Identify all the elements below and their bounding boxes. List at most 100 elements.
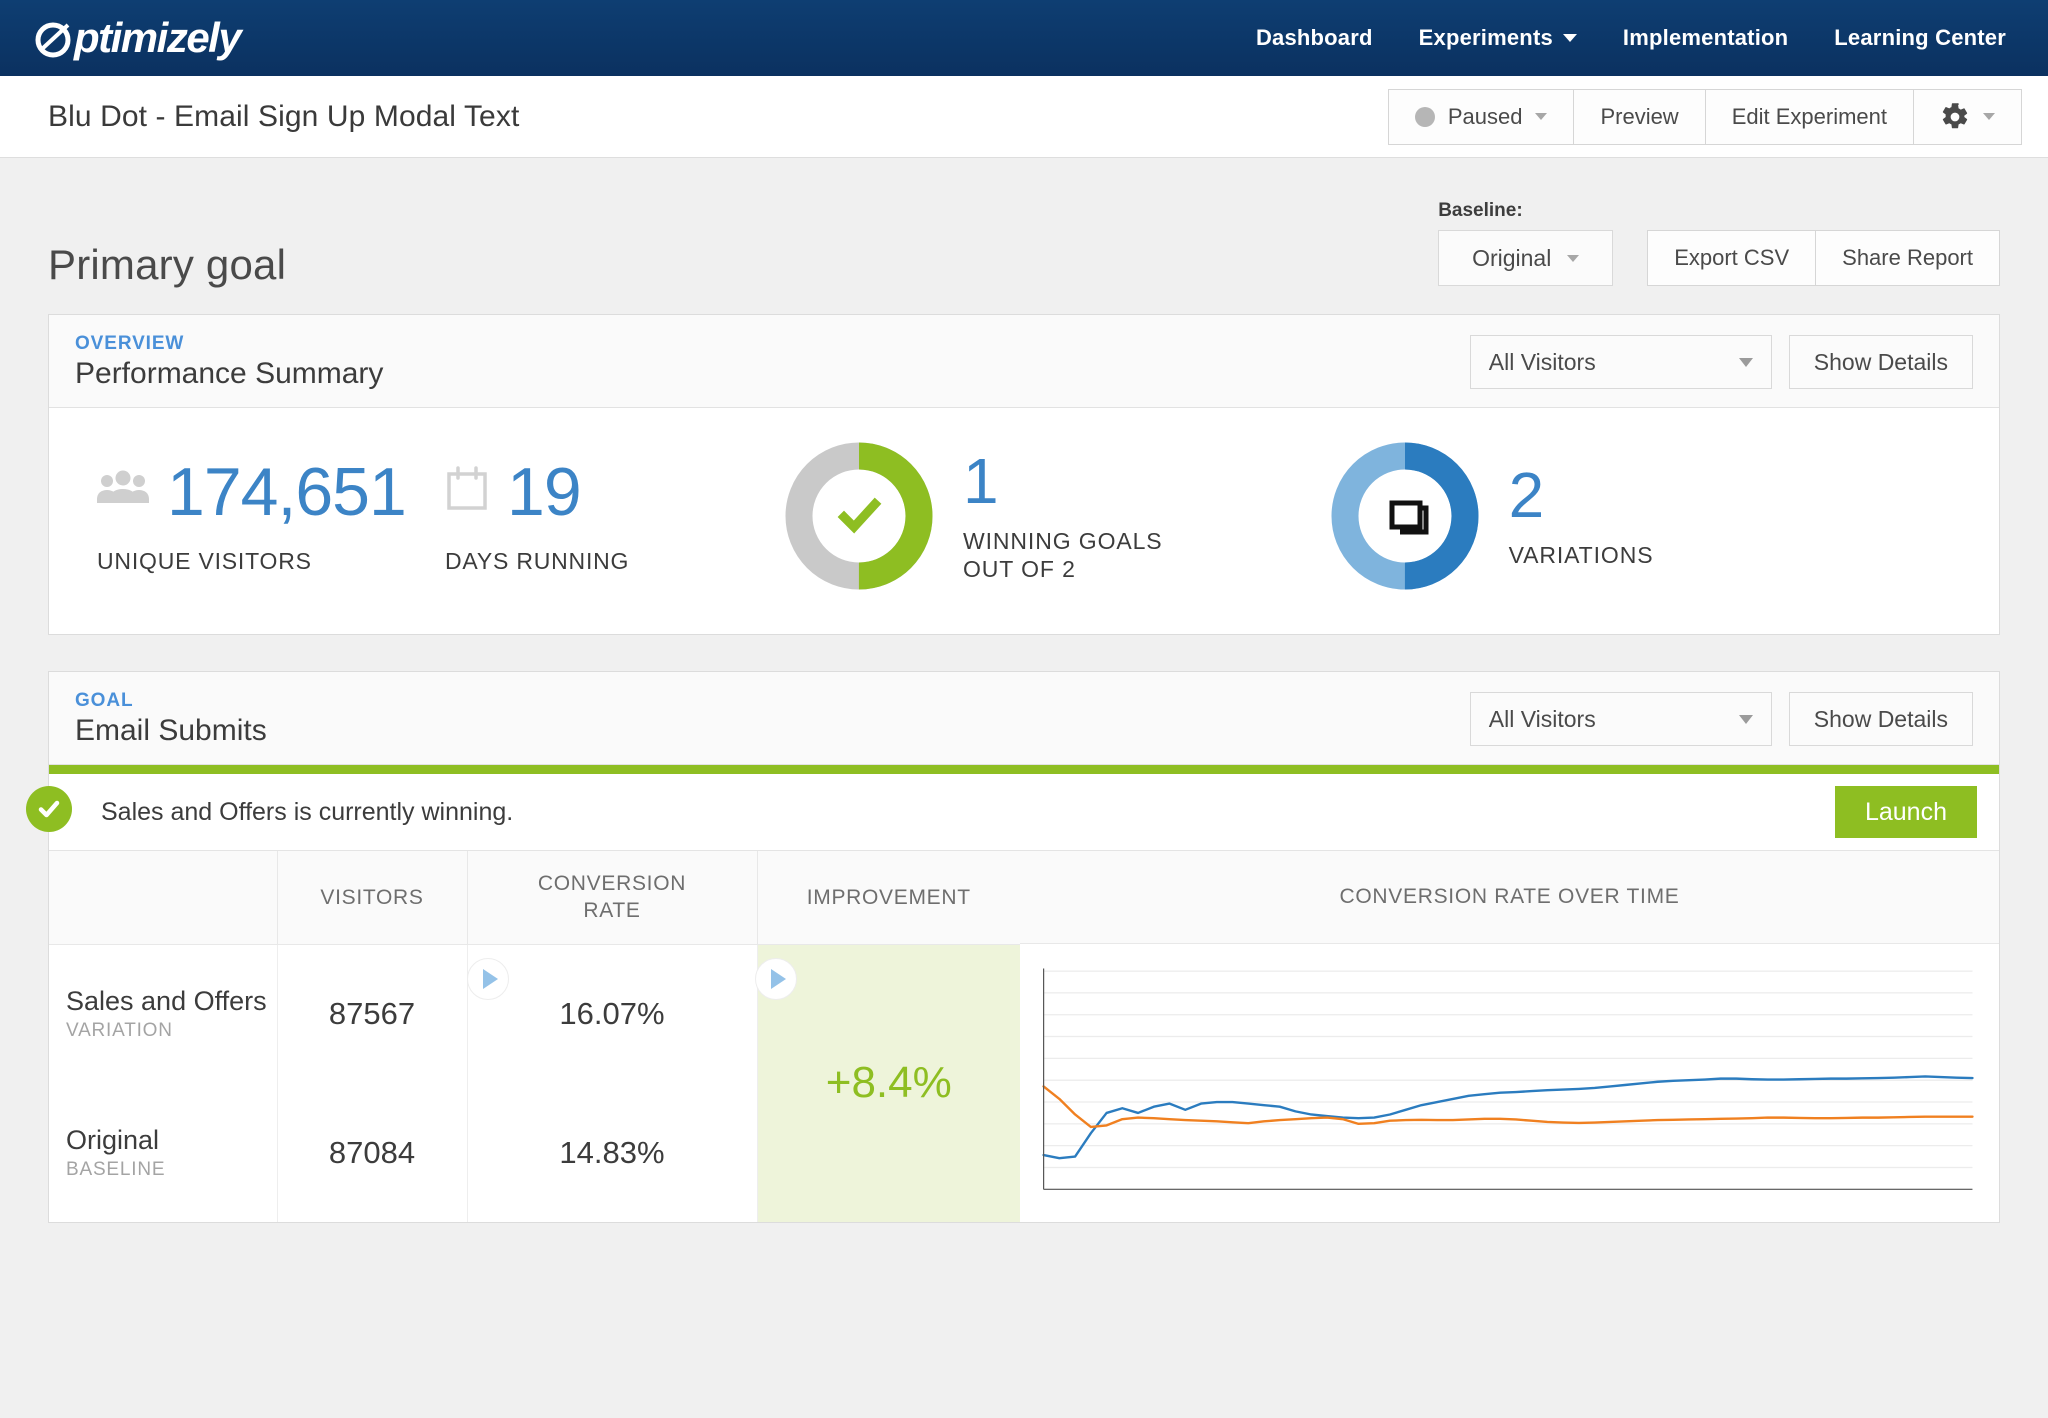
chevron-down-icon <box>1983 113 1995 120</box>
unique-visitors-label: UNIQUE VISITORS <box>97 547 312 574</box>
winning-check-badge-icon <box>26 786 72 832</box>
winning-goals-label-line2: OUT OF 2 <box>963 556 1076 582</box>
optimizely-o-icon <box>34 19 74 59</box>
experiment-actions: Paused Preview Edit Experiment <box>1387 88 2022 145</box>
goal-kicker: GOAL <box>75 690 134 711</box>
performance-summary-card: OVERVIEW Performance Summary All Visitor… <box>48 314 2000 635</box>
goal-header: GOAL Email Submits All Visitors Show Det… <box>49 672 1999 765</box>
table-row: Sales and Offers VARIATION 87567 16.07% … <box>49 944 1020 1223</box>
goal-audience-select[interactable]: All Visitors <box>1469 692 1772 746</box>
chevron-down-icon <box>1738 357 1753 367</box>
performance-summary-titles: OVERVIEW Performance Summary <box>75 333 383 391</box>
launch-button[interactable]: Launch <box>1834 786 1977 838</box>
row-baseline-name: Original <box>66 1124 160 1155</box>
performance-summary-title: Performance Summary <box>75 357 384 390</box>
winning-goals-label-line1: WINNING GOALS <box>963 527 1163 554</box>
gear-icon <box>1940 102 1970 132</box>
status-dot-icon <box>1414 106 1435 127</box>
people-icon <box>97 469 149 514</box>
stat-variations: 2 VARIATIONS <box>1331 442 1654 590</box>
checkmark-icon <box>785 442 933 590</box>
results-table: VISITORS CONVERSION RATE IMPROVEMENT Sal… <box>49 851 1020 1223</box>
expand-conversion-rate-toggle[interactable] <box>755 958 797 1000</box>
nav-item-learning-center[interactable]: Learning Center <box>1834 25 2006 51</box>
nav-item-experiments[interactable]: Experiments <box>1419 25 1577 51</box>
nav-label-learning-center: Learning Center <box>1834 25 2006 50</box>
status-dropdown-button[interactable]: Paused <box>1387 88 1574 145</box>
stat-days-running-top: 19 <box>445 458 735 526</box>
conversion-rate-line-chart <box>1036 966 1975 1194</box>
chevron-down-icon <box>1562 34 1577 42</box>
conversion-rate-line1: CONVERSION <box>537 871 687 895</box>
row-variation-visitors: 87567 <box>277 944 468 1084</box>
variations-text: 2 VARIATIONS <box>1509 463 1654 569</box>
goal-audience-value: All Visitors <box>1488 705 1596 732</box>
variations-donut <box>1331 442 1479 590</box>
logo-text: ptimizely <box>74 14 242 61</box>
overview-show-details-label: Show Details <box>1813 348 1948 375</box>
experiment-action-button-group: Paused Preview Edit Experiment <box>1387 88 2022 145</box>
nav-label-dashboard: Dashboard <box>1255 25 1373 50</box>
goal-show-details-button[interactable]: Show Details <box>1788 692 1973 746</box>
results-table-body: Sales and Offers VARIATION 87567 16.07% … <box>49 944 1020 1223</box>
row-baseline-visitors: 87084 <box>277 1083 468 1223</box>
chart-title: CONVERSION RATE OVER TIME <box>1020 851 1999 944</box>
results-section: VISITORS CONVERSION RATE IMPROVEMENT Sal… <box>49 850 1999 1223</box>
column-header-visitors: VISITORS <box>277 851 468 945</box>
goal-actions: All Visitors Show Details <box>1469 692 1973 746</box>
row-variation-conversion-rate: 16.07% <box>467 944 758 1084</box>
play-triangle-icon <box>482 969 498 989</box>
winning-message: Sales and Offers is currently winning. <box>101 797 514 826</box>
report-export-button-group: Export CSV Share Report <box>1647 230 2000 286</box>
results-header-row: VISITORS CONVERSION RATE IMPROVEMENT <box>49 851 1020 945</box>
winning-message-row: Sales and Offers is currently winning. L… <box>26 774 1999 850</box>
winning-status-bar <box>49 765 1999 774</box>
days-running-label: DAYS RUNNING <box>445 547 630 574</box>
conversion-rate-line2: RATE <box>583 899 641 923</box>
goal-show-details-label: Show Details <box>1813 705 1948 732</box>
baseline-selector-group: Baseline: Original <box>1438 200 1614 286</box>
overview-audience-select[interactable]: All Visitors <box>1469 335 1772 389</box>
unique-visitors-value: 174,651 <box>167 453 407 530</box>
nav-label-experiments: Experiments <box>1418 25 1553 50</box>
page-title: Primary goal <box>48 241 287 288</box>
winning-goals-donut <box>785 442 933 590</box>
row-baseline-type: BASELINE <box>66 1158 166 1180</box>
goal-titles: GOAL Email Submits <box>75 690 267 748</box>
winning-goals-value: 1 <box>963 444 999 517</box>
overview-kicker: OVERVIEW <box>75 333 185 354</box>
report-controls: Baseline: Original Export CSV Share Repo… <box>1438 200 2000 286</box>
status-label: Paused <box>1447 103 1523 129</box>
experiment-title-bar: Blu Dot - Email Sign Up Modal Text Pause… <box>0 76 2048 158</box>
performance-summary-actions: All Visitors Show Details <box>1469 335 1973 389</box>
stat-winning-goals: 1 WINNING GOALS OUT OF 2 <box>785 442 1163 590</box>
share-report-label: Share Report <box>1842 245 1973 270</box>
variations-value: 2 <box>1508 458 1545 531</box>
row-baseline-name-cell: Original BASELINE <box>49 1083 278 1223</box>
preview-button[interactable]: Preview <box>1573 88 1705 145</box>
row-baseline-conversion-rate: 14.83% <box>467 1083 758 1223</box>
overview-show-details-button[interactable]: Show Details <box>1788 335 1973 389</box>
baseline-select[interactable]: Original <box>1438 230 1614 286</box>
nav-item-implementation[interactable]: Implementation <box>1623 25 1788 51</box>
share-report-button[interactable]: Share Report <box>1815 230 2000 286</box>
settings-dropdown-button[interactable] <box>1913 88 2022 145</box>
winning-goals-text: 1 WINNING GOALS OUT OF 2 <box>963 449 1163 583</box>
column-header-improvement: IMPROVEMENT <box>757 851 1020 945</box>
nav-item-dashboard[interactable]: Dashboard <box>1256 25 1373 51</box>
expand-visitors-toggle[interactable] <box>467 958 509 1000</box>
optimizely-logo[interactable]: ptimizely <box>34 0 242 76</box>
chevron-down-icon <box>1535 113 1548 120</box>
export-csv-button[interactable]: Export CSV <box>1647 230 1816 286</box>
export-csv-label: Export CSV <box>1674 245 1790 270</box>
overview-audience-value: All Visitors <box>1488 348 1596 375</box>
row-improvement-value: +8.4% <box>757 944 1020 1223</box>
play-triangle-icon <box>770 969 786 989</box>
row-variation-name: Sales and Offers <box>66 985 267 1016</box>
results-row: VISITORS CONVERSION RATE IMPROVEMENT Sal… <box>49 850 1999 1223</box>
row-variation-name-cell: Sales and Offers VARIATION <box>49 944 278 1084</box>
edit-experiment-label: Edit Experiment <box>1731 103 1887 129</box>
conversion-chart-cell: CONVERSION RATE OVER TIME <box>1020 851 1999 1222</box>
edit-experiment-button[interactable]: Edit Experiment <box>1704 88 1913 145</box>
top-navigation-bar: ptimizely Dashboard Experiments Implemen… <box>0 0 2048 76</box>
